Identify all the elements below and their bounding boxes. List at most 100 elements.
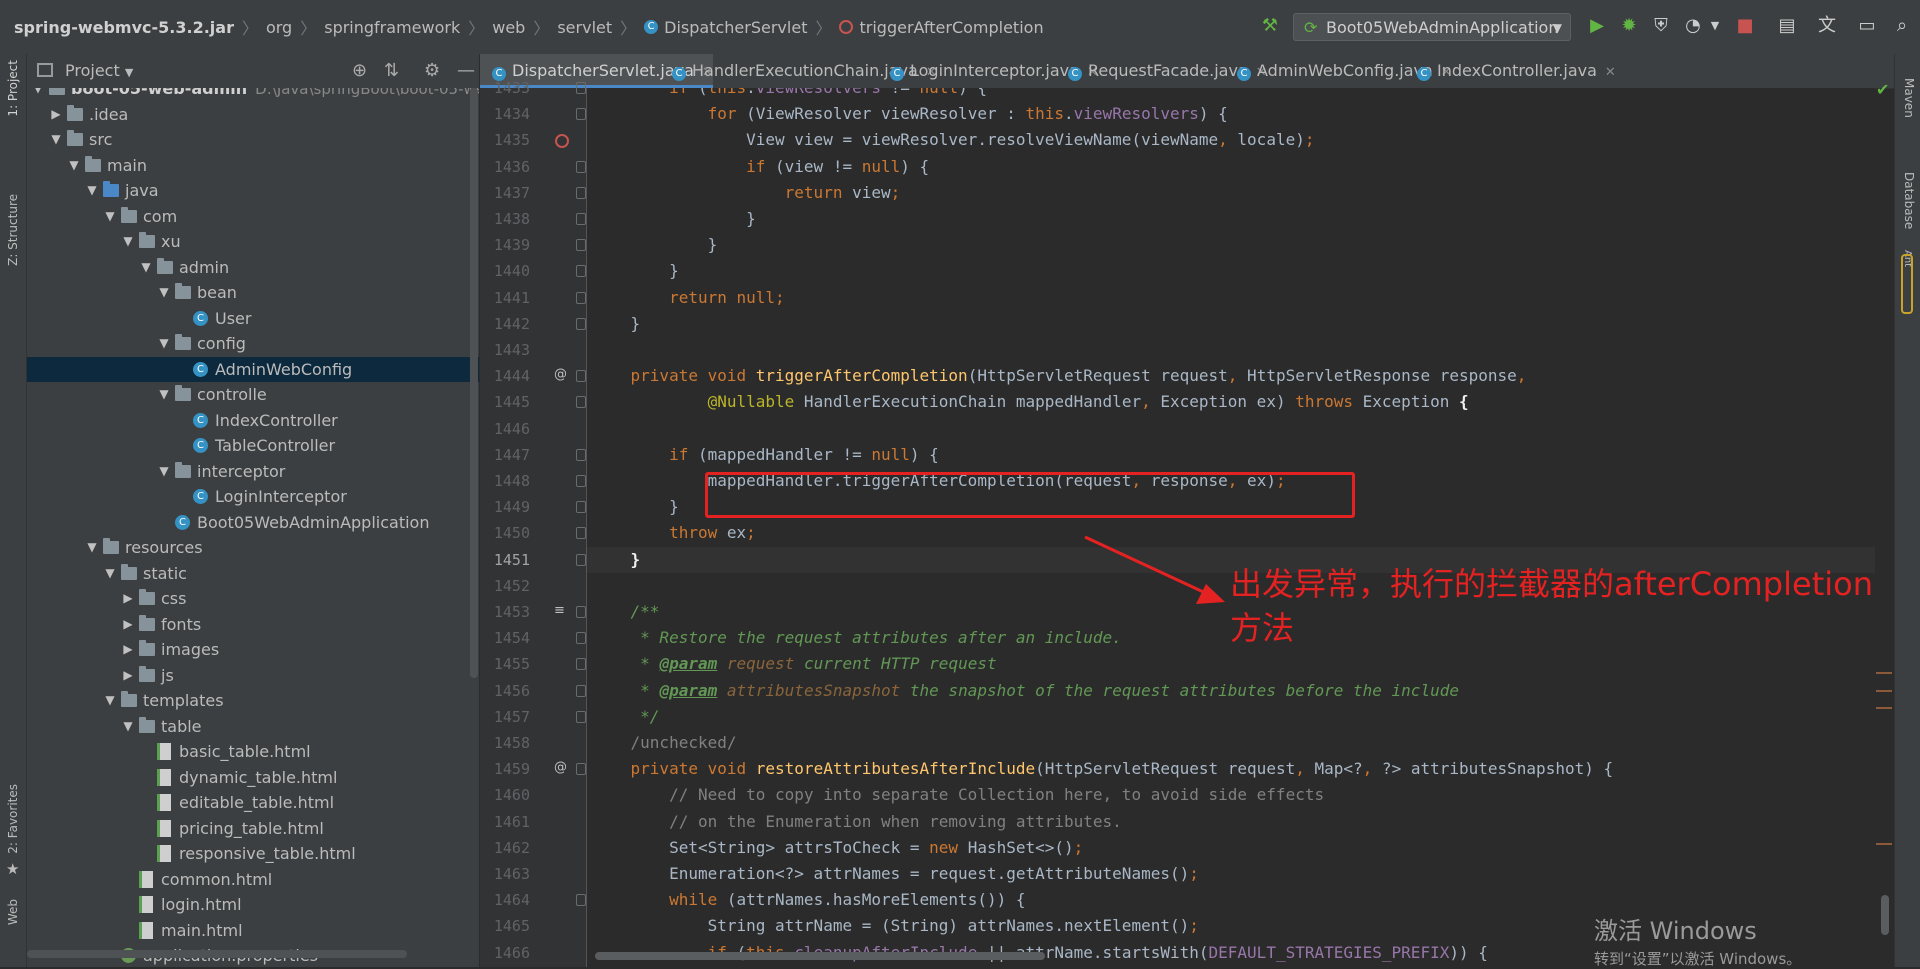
tree-item[interactable]: ▼ xu [27, 229, 479, 254]
tree-item[interactable]: ▼ admin [27, 255, 479, 280]
fold-icon[interactable] [576, 448, 586, 461]
code-line[interactable]: if (mappedHandler != null) { [592, 442, 1875, 468]
breadcrumb-class[interactable]: DispatcherServlet [664, 18, 807, 37]
code-line[interactable]: @Nullable HandlerExecutionChain mappedHa… [592, 389, 1875, 415]
coverage-icon[interactable]: ⛨ [1649, 14, 1673, 38]
fold-icon[interactable] [576, 684, 586, 697]
editor-horizontal-scrollbar[interactable] [595, 952, 1045, 960]
fold-icon[interactable] [576, 82, 586, 94]
fold-icon[interactable] [576, 606, 586, 618]
chevron-down-icon[interactable]: ▼ [1703, 14, 1727, 38]
tree-item[interactable]: ▼ com [27, 204, 479, 229]
code-line[interactable]: // on the Enumeration when removing attr… [592, 809, 1875, 835]
chevron-right-icon[interactable]: ▶ [121, 612, 135, 637]
code-line[interactable]: } [592, 206, 1875, 232]
run-configuration-select[interactable]: ⟳ Boot05WebAdminApplication ▼ [1293, 13, 1571, 41]
tree-item[interactable]: ▶ fonts [27, 612, 479, 637]
breadcrumb-servlet[interactable]: servlet [557, 18, 612, 37]
code-line[interactable]: return null; [592, 285, 1875, 311]
code-editor[interactable]: if (this.viewResolvers != null) { for (V… [587, 88, 1875, 967]
tree-item[interactable]: ▼ templates [27, 688, 479, 713]
javadoc-toggle-icon[interactable]: ≡ [554, 603, 565, 618]
editor-tab[interactable]: C IndexController.java ✕ [1405, 54, 1616, 88]
fold-icon[interactable] [576, 527, 586, 540]
tree-item[interactable]: dynamic_table.html [27, 765, 479, 790]
fold-icon[interactable] [576, 213, 586, 225]
fold-icon[interactable] [576, 553, 586, 566]
fold-icon[interactable] [576, 265, 586, 278]
chevron-down-icon[interactable]: ▼ [103, 688, 117, 713]
tree-item[interactable]: ▼ config [27, 331, 479, 356]
tree-item[interactable]: ▼ src [27, 127, 479, 152]
tree-item[interactable]: ▼ static [27, 561, 479, 586]
fold-icon[interactable] [576, 239, 586, 252]
fold-icon[interactable] [576, 186, 586, 199]
layout-icon[interactable]: ▭ [1855, 14, 1879, 38]
close-icon[interactable]: ✕ [1605, 65, 1616, 80]
chevron-down-icon[interactable]: ▼ [103, 204, 117, 229]
code-line[interactable] [592, 416, 1875, 442]
tree-item[interactable]: common.html [27, 867, 479, 892]
tree-item[interactable]: C User [27, 306, 479, 331]
tree-item[interactable]: ▼ main [27, 153, 479, 178]
web-tool-tab[interactable]: Web [6, 899, 20, 925]
tree-item[interactable]: responsive_table.html [27, 841, 479, 866]
code-line[interactable]: } [592, 232, 1875, 258]
gear-icon[interactable]: ⚙ [424, 60, 440, 81]
fold-icon[interactable] [576, 710, 586, 723]
tree-item[interactable]: ▼ table [27, 714, 479, 739]
collapse-all-icon[interactable]: ⇅ [384, 60, 399, 81]
chevron-down-icon[interactable]: ▼ [157, 382, 171, 407]
code-line[interactable]: // Need to copy into separate Collection… [592, 782, 1875, 808]
tree-item[interactable]: ▼ boot-05-web-admin D:\Java\springBoot\boo… [27, 88, 479, 101]
profile-icon[interactable]: ◔ [1681, 14, 1705, 38]
chevron-down-icon[interactable]: ▼ [121, 229, 135, 254]
fold-icon[interactable] [576, 632, 586, 645]
breadcrumb-web[interactable]: web [492, 18, 525, 37]
code-line[interactable]: private void triggerAfterCompletion(Http… [592, 363, 1875, 389]
project-tool-tab[interactable]: 1: Project [6, 60, 20, 117]
tree-item[interactable]: ▶ images [27, 637, 479, 662]
code-line[interactable]: if (view != null) { [592, 154, 1875, 180]
fold-icon[interactable] [576, 370, 586, 383]
code-line[interactable]: } [592, 258, 1875, 284]
chevron-down-icon[interactable]: ▼ [85, 535, 99, 560]
tree-item[interactable]: ▼ resources [27, 535, 479, 560]
breadcrumb-jar[interactable]: spring-webmvc-5.3.2.jar [14, 18, 234, 37]
fold-icon[interactable] [576, 160, 586, 173]
chevron-down-icon[interactable]: ▼ [139, 255, 153, 280]
tree-item[interactable]: editable_table.html [27, 790, 479, 815]
code-line[interactable]: View view = viewResolver.resolveViewName… [592, 127, 1875, 153]
tree-item[interactable]: ▶ js [27, 663, 479, 688]
fold-icon[interactable] [576, 317, 586, 330]
fold-icon[interactable] [576, 763, 586, 776]
code-line[interactable]: Set<String> attrsToCheck = new HashSet<>… [592, 835, 1875, 861]
tree-item[interactable]: C Boot05WebAdminApplication [27, 510, 479, 535]
chevron-down-icon[interactable]: ▼ [157, 331, 171, 356]
chevron-down-icon[interactable]: ▼ [157, 459, 171, 484]
tree-item[interactable]: C TableController [27, 433, 479, 458]
code-line[interactable]: * @param request current HTTP request [592, 651, 1875, 677]
chevron-down-icon[interactable]: ▼ [31, 88, 45, 101]
tree-item[interactable]: C LoginInterceptor [27, 484, 479, 509]
fold-icon[interactable] [576, 894, 586, 907]
chevron-down-icon[interactable]: ▼ [121, 714, 135, 739]
fold-icon[interactable] [576, 396, 586, 409]
code-line[interactable]: while (attrNames.hasMoreElements()) { [592, 887, 1875, 913]
translate-icon[interactable]: 文 [1815, 14, 1839, 38]
chevron-down-icon[interactable]: ▼ [157, 280, 171, 305]
code-line[interactable]: * @param attributesSnapshot the snapshot… [592, 678, 1875, 704]
code-line[interactable]: throw ex; [592, 520, 1875, 546]
code-line[interactable]: for (ViewResolver viewResolver : this.vi… [592, 101, 1875, 127]
tree-item[interactable]: ▼ bean [27, 280, 479, 305]
tree-item[interactable]: login.html [27, 892, 479, 917]
chevron-down-icon[interactable]: ▼ [67, 153, 81, 178]
fold-icon[interactable] [576, 108, 586, 121]
maven-tool-tab[interactable]: Maven [1902, 78, 1916, 118]
tree-item[interactable]: ▼ controlle [27, 382, 479, 407]
stripe-marker[interactable] [1876, 690, 1892, 692]
locate-icon[interactable]: ⊕ [352, 60, 367, 81]
build-hammer-icon[interactable]: ⚒ [1258, 14, 1282, 38]
tree-item[interactable]: pricing_table.html [27, 816, 479, 841]
tree-horizontal-scrollbar[interactable] [27, 950, 407, 958]
